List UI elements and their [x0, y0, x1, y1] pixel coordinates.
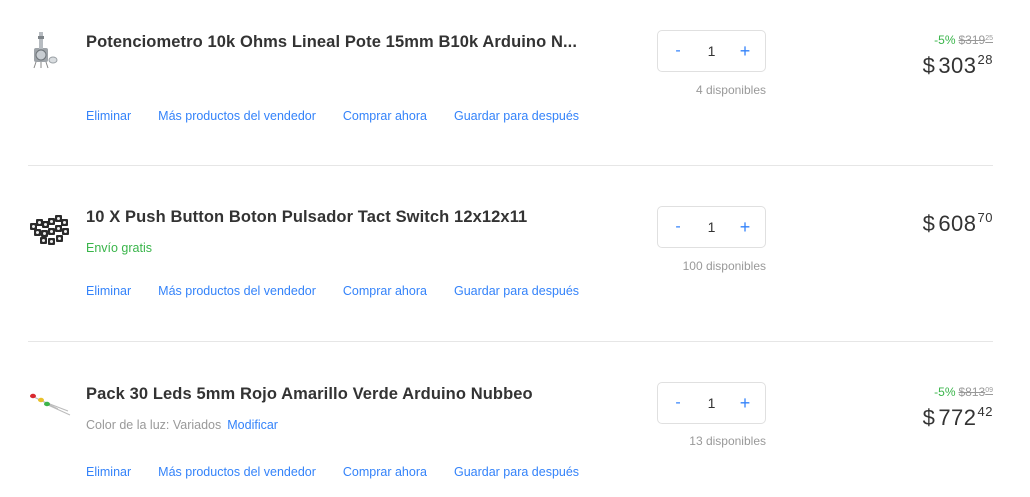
original-price: $81309 [958, 385, 994, 399]
current-price: $30328 [922, 52, 993, 78]
variant-label: Color de la luz: Variados [86, 418, 222, 432]
product-title[interactable]: 10 X Push Button Boton Pulsador Tact Swi… [86, 208, 527, 227]
quantity-stepper: - 1 + [657, 30, 766, 72]
increase-button[interactable]: + [735, 394, 755, 412]
quantity-value: 1 [707, 219, 716, 235]
product-title[interactable]: Pack 30 Leds 5mm Rojo Amarillo Verde Ard… [86, 385, 533, 404]
push-button-image[interactable] [28, 209, 72, 253]
item-actions: Eliminar Más productos del vendedor Comp… [86, 284, 606, 298]
remove-link[interactable]: Eliminar [86, 284, 131, 298]
item-actions: Eliminar Más productos del vendedor Comp… [86, 465, 606, 479]
available-stock: 100 disponibles [682, 259, 766, 273]
save-for-later-link[interactable]: Guardar para después [454, 284, 579, 298]
more-from-seller-link[interactable]: Más productos del vendedor [158, 284, 316, 298]
item-actions: Eliminar Más productos del vendedor Comp… [86, 109, 606, 123]
remove-link[interactable]: Eliminar [86, 465, 131, 479]
quantity-value: 1 [707, 395, 716, 411]
price-box: $60870 [923, 205, 993, 237]
current-price: $60870 [922, 210, 993, 236]
price-box: -5% $31925 $30328 [923, 32, 993, 79]
more-from-seller-link[interactable]: Más productos del vendedor [158, 465, 316, 479]
save-for-later-link[interactable]: Guardar para después [454, 465, 579, 479]
discount-percent: -5% [934, 33, 956, 47]
buy-now-link[interactable]: Comprar ahora [343, 284, 427, 298]
decrease-button[interactable]: - [668, 43, 688, 59]
more-from-seller-link[interactable]: Más productos del vendedor [158, 109, 316, 123]
quantity-value: 1 [707, 43, 716, 59]
remove-link[interactable]: Eliminar [86, 109, 131, 123]
product-title[interactable]: Potenciometro 10k Ohms Lineal Pote 15mm … [86, 33, 577, 52]
leds-image[interactable] [28, 381, 72, 425]
current-price: $77242 [922, 404, 993, 430]
original-price: $31925 [958, 33, 994, 47]
available-stock: 13 disponibles [689, 434, 766, 448]
price-box: -5% $81309 $77242 [923, 384, 993, 431]
increase-button[interactable]: + [735, 42, 755, 60]
available-stock: 4 disponibles [695, 83, 766, 97]
discount-line: -5% $81309 [923, 384, 993, 399]
quantity-stepper: - 1 + [657, 382, 766, 424]
potentiometer-image[interactable] [28, 26, 72, 70]
cart-item: Pack 30 Leds 5mm Rojo Amarillo Verde Ard… [0, 341, 1030, 497]
variant-row: Color de la luz: Variados Modificar [86, 418, 278, 432]
quantity-stepper: - 1 + [657, 206, 766, 248]
cart-item: 10 X Push Button Boton Pulsador Tact Swi… [0, 165, 1030, 341]
decrease-button[interactable]: - [668, 219, 688, 235]
increase-button[interactable]: + [735, 218, 755, 236]
modify-variant-link[interactable]: Modificar [227, 418, 278, 432]
cart-item: Potenciometro 10k Ohms Lineal Pote 15mm … [0, 0, 1030, 165]
discount-percent: -5% [934, 385, 956, 399]
save-for-later-link[interactable]: Guardar para después [454, 109, 579, 123]
decrease-button[interactable]: - [668, 395, 688, 411]
discount-line: -5% $31925 [923, 32, 993, 47]
free-shipping-label: Envío gratis [86, 241, 153, 255]
buy-now-link[interactable]: Comprar ahora [343, 109, 427, 123]
buy-now-link[interactable]: Comprar ahora [343, 465, 427, 479]
